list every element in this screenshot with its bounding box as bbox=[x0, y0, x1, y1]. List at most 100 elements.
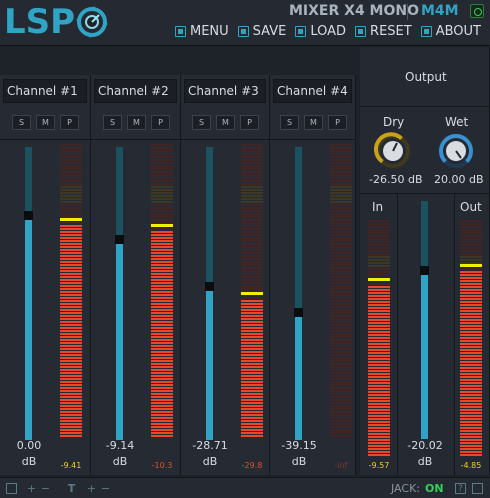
meter-segment bbox=[330, 366, 352, 368]
mute-button[interactable]: M bbox=[36, 115, 55, 130]
meter-segment bbox=[60, 258, 82, 260]
font-decrease-icon[interactable]: − bbox=[100, 483, 111, 494]
meter-segment bbox=[368, 307, 390, 309]
meter-segment bbox=[60, 291, 82, 293]
meter-segment bbox=[330, 285, 352, 287]
channel-name-field[interactable]: Channel #3 bbox=[184, 79, 266, 103]
meter-segment bbox=[330, 258, 352, 260]
load-button[interactable]: LOAD bbox=[295, 24, 346, 39]
meter-segment bbox=[241, 381, 263, 383]
meter-segment bbox=[151, 387, 173, 389]
zoom-in-icon[interactable]: + bbox=[26, 483, 37, 494]
jack-status[interactable]: ON bbox=[425, 482, 444, 495]
peak-hold-marker bbox=[60, 218, 82, 221]
meter-segment bbox=[241, 168, 263, 170]
meter-segment bbox=[330, 375, 352, 377]
meter-segment bbox=[60, 144, 82, 146]
solo-button[interactable]: S bbox=[12, 115, 31, 130]
meter-segment bbox=[330, 288, 352, 290]
channel-name-field[interactable]: Channel #2 bbox=[94, 79, 177, 103]
dry-knob[interactable] bbox=[374, 132, 412, 170]
output-gain-fader[interactable] bbox=[420, 201, 429, 439]
meter-segment bbox=[151, 357, 173, 359]
meter-segment bbox=[241, 360, 263, 362]
gain-fader[interactable] bbox=[294, 147, 303, 440]
meter-segment bbox=[368, 283, 390, 285]
meter-segment bbox=[60, 240, 82, 242]
wet-knob[interactable] bbox=[437, 132, 475, 170]
meter-segment bbox=[368, 412, 390, 414]
solo-button[interactable]: S bbox=[192, 115, 211, 130]
meter-segment bbox=[151, 201, 173, 203]
meter-segment bbox=[151, 249, 173, 251]
meter-segment bbox=[330, 411, 352, 413]
help-icon[interactable]: ? bbox=[455, 483, 466, 494]
meter-segment bbox=[330, 309, 352, 311]
gear-logo-icon bbox=[76, 6, 109, 38]
phase-button[interactable]: P bbox=[60, 115, 79, 130]
window-icon[interactable] bbox=[6, 483, 17, 494]
meter-segment bbox=[151, 234, 173, 236]
meter-segment bbox=[60, 318, 82, 320]
fader-handle[interactable] bbox=[115, 235, 124, 244]
meter-segment bbox=[60, 345, 82, 347]
phase-button[interactable]: P bbox=[328, 115, 347, 130]
meter-segment bbox=[151, 297, 173, 299]
phase-button[interactable]: P bbox=[151, 115, 170, 130]
meter-segment bbox=[330, 159, 352, 161]
meter-segment bbox=[60, 378, 82, 380]
about-button[interactable]: ABOUT bbox=[420, 24, 481, 39]
mute-button[interactable]: M bbox=[304, 115, 323, 130]
gain-fader[interactable] bbox=[115, 147, 124, 440]
meter-segment bbox=[151, 393, 173, 395]
meter-segment bbox=[368, 355, 390, 357]
gain-fader[interactable] bbox=[205, 147, 214, 440]
meter-segment bbox=[241, 423, 263, 425]
phase-button[interactable]: P bbox=[240, 115, 259, 130]
meter-segment bbox=[241, 303, 263, 305]
meter-segment bbox=[368, 382, 390, 384]
meter-segment bbox=[460, 232, 482, 234]
fader-handle[interactable] bbox=[294, 308, 303, 317]
meter-segment bbox=[330, 336, 352, 338]
channel-name-field[interactable]: Channel #4 bbox=[273, 79, 352, 103]
reset-icon bbox=[355, 26, 367, 37]
meter-segment bbox=[60, 348, 82, 350]
meter-segment bbox=[460, 358, 482, 360]
font-increase-icon[interactable]: + bbox=[86, 483, 97, 494]
meter-segment bbox=[151, 360, 173, 362]
channel-name-field[interactable]: Channel #1 bbox=[3, 79, 87, 103]
meter-segment bbox=[241, 216, 263, 218]
resize-icon[interactable] bbox=[472, 483, 483, 494]
meter-segment bbox=[460, 286, 482, 288]
font-icon[interactable]: T bbox=[66, 483, 77, 494]
menu-button[interactable]: MENU bbox=[175, 24, 229, 39]
mute-button[interactable]: M bbox=[216, 115, 235, 130]
meter-segment bbox=[241, 417, 263, 419]
meter-segment bbox=[330, 243, 352, 245]
zoom-out-icon[interactable]: − bbox=[40, 483, 51, 494]
meter-segment bbox=[368, 349, 390, 351]
meter-segment bbox=[330, 231, 352, 233]
meter-segment bbox=[60, 159, 82, 161]
fader-handle[interactable] bbox=[24, 211, 33, 220]
meter-segment bbox=[330, 399, 352, 401]
meter-segment bbox=[60, 201, 82, 203]
power-button[interactable] bbox=[470, 4, 484, 18]
meter-segment bbox=[60, 249, 82, 251]
solo-button[interactable]: S bbox=[103, 115, 122, 130]
gain-fader[interactable] bbox=[24, 147, 33, 440]
meter-segment bbox=[330, 147, 352, 149]
fader-handle[interactable] bbox=[205, 282, 214, 291]
meter-segment bbox=[241, 249, 263, 251]
mute-button[interactable]: M bbox=[127, 115, 146, 130]
meter-segment bbox=[151, 312, 173, 314]
peak-hold-marker bbox=[151, 224, 173, 227]
reset-button[interactable]: RESET bbox=[355, 24, 412, 39]
meter-segment bbox=[330, 306, 352, 308]
save-button[interactable]: SAVE bbox=[237, 24, 286, 39]
meter-segment bbox=[241, 342, 263, 344]
meter-segment bbox=[330, 363, 352, 365]
solo-button[interactable]: S bbox=[280, 115, 299, 130]
fader-handle[interactable] bbox=[420, 266, 429, 275]
